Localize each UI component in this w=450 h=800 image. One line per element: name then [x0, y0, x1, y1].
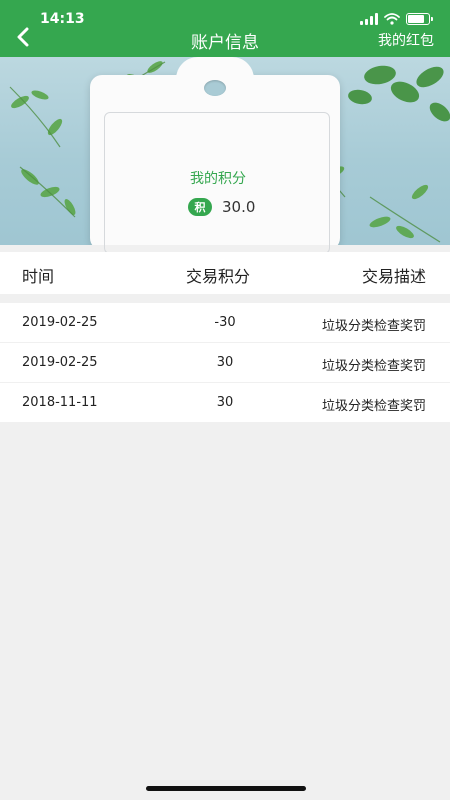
- table-header: 时间 交易积分 交易描述: [0, 252, 450, 294]
- my-points-label: 我的积分: [190, 171, 246, 187]
- points-value: 30.0: [222, 198, 256, 216]
- battery-icon: [406, 13, 433, 25]
- table-row: 2018-11-11 30 垃圾分类检查奖罚: [0, 383, 450, 422]
- row-points: -30: [214, 315, 236, 330]
- header-time: 时间: [22, 267, 55, 286]
- status-time: 14:13: [40, 11, 85, 27]
- row-points: 30: [216, 355, 234, 370]
- row-description: 垃圾分类检查奖罚: [321, 359, 426, 374]
- home-indicator[interactable]: [146, 786, 306, 791]
- table-row: 2019-02-25 30 垃圾分类检查奖罚: [0, 343, 450, 382]
- my-red-packet-link[interactable]: 我的红包: [378, 30, 434, 50]
- row-description: 垃圾分类检查奖罚: [321, 399, 426, 414]
- row-description: 垃圾分类检查奖罚: [321, 319, 426, 334]
- status-icons: [360, 11, 433, 27]
- row-date: 2019-02-25: [22, 355, 98, 370]
- board-hole: [204, 80, 226, 96]
- row-points: 30: [216, 395, 234, 410]
- table-row: 2019-02-25 -30 垃圾分类检查奖罚: [0, 303, 450, 342]
- points-badge-icon: 积: [188, 198, 212, 216]
- wifi-icon: [384, 13, 400, 25]
- top-bar: 14:13 账户信息 我的红包: [0, 0, 450, 57]
- signal-icon: [360, 13, 378, 25]
- row-date: 2019-02-25: [22, 315, 98, 330]
- header-points: 交易积分: [186, 267, 251, 286]
- points-summary: 积 30.0: [188, 198, 255, 216]
- header-description: 交易描述: [361, 267, 426, 286]
- row-date: 2018-11-11: [22, 395, 98, 410]
